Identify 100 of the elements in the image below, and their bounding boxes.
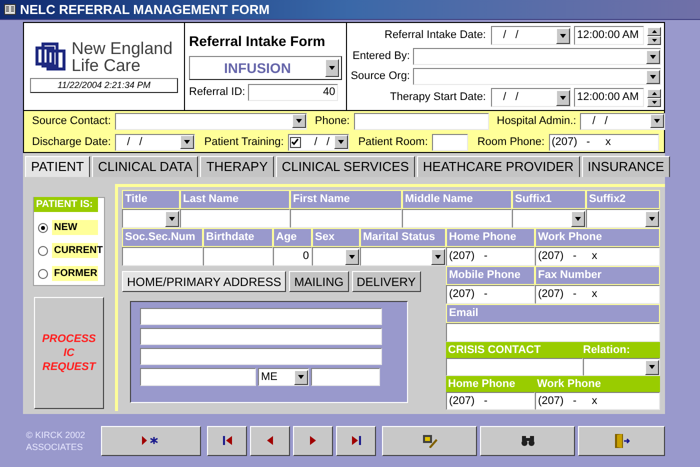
address-field[interactable] (140, 308, 382, 325)
dropdown-button[interactable] (645, 210, 659, 226)
dropdown-button[interactable] (345, 248, 359, 264)
dropdown-button[interactable] (431, 248, 445, 264)
dropdown-button[interactable] (556, 90, 570, 106)
text-field[interactable] (354, 112, 489, 130)
phone-field[interactable]: (207) - x (535, 392, 660, 410)
radio-button[interactable] (38, 246, 48, 256)
exit-button[interactable] (578, 426, 665, 456)
previous-record-icon (267, 436, 273, 445)
field-label: Phone: (314, 114, 350, 129)
radio-button[interactable] (38, 268, 48, 278)
dropdown-button[interactable] (292, 114, 306, 128)
phone-field[interactable]: (207) - (446, 392, 535, 410)
address-field[interactable] (140, 348, 382, 365)
relation-dropdown[interactable] (583, 358, 660, 376)
dropdown-button[interactable] (334, 135, 348, 149)
field-label: Hospital Admin.: (496, 114, 576, 129)
dropdown-button[interactable] (646, 50, 660, 64)
name-field[interactable] (402, 209, 512, 228)
detail-field[interactable] (203, 247, 273, 266)
dropdown-button[interactable] (571, 210, 585, 226)
group-title: PATIENT IS: (34, 197, 98, 212)
address-field[interactable] (140, 328, 382, 345)
email-field[interactable] (446, 323, 660, 342)
tab[interactable]: CLINICAL SERVICES (276, 156, 415, 177)
address-tab[interactable]: MAILING (289, 271, 349, 292)
dropdown-button[interactable] (165, 210, 179, 226)
lookup-dropdown[interactable] (413, 48, 661, 65)
edit-icon (422, 434, 438, 448)
caret-icon (329, 66, 335, 70)
phone-field[interactable]: (207) - x (535, 285, 660, 304)
navigation-button[interactable] (293, 426, 333, 456)
caret-icon (296, 119, 302, 123)
next-record-icon (310, 436, 316, 445)
date-dropdown[interactable]: / / (580, 112, 666, 130)
radio-button[interactable] (38, 222, 48, 232)
edit-button[interactable] (382, 426, 477, 456)
tab[interactable]: THERAPY (200, 156, 274, 177)
company-name: New England (71, 40, 173, 57)
date-dropdown[interactable]: / / (114, 134, 195, 150)
field-label: Source Org: (350, 69, 410, 84)
spin-buttons[interactable] (647, 26, 661, 44)
date-dropdown[interactable]: / / (491, 26, 571, 45)
dropdown-button[interactable] (646, 70, 660, 84)
name-field[interactable] (290, 209, 402, 228)
dropdown-button[interactable] (645, 360, 659, 374)
field-label: Source Contact: (32, 114, 111, 129)
field-label: Entered By: (352, 49, 410, 64)
zip-field[interactable] (311, 368, 380, 386)
tab[interactable]: PATIENT (25, 156, 90, 177)
tab[interactable]: INSURANCE (582, 156, 670, 177)
tab[interactable]: HEATHCARE PROVIDER (416, 156, 580, 177)
spin-buttons[interactable] (647, 88, 661, 106)
detail-field[interactable] (122, 247, 203, 266)
text-field[interactable]: (207) - x (548, 134, 659, 150)
column-header: Marital Status (360, 228, 446, 247)
dropdown-button[interactable] (325, 59, 339, 77)
column-header: Home Phone (446, 228, 535, 247)
detail-dropdown[interactable] (312, 247, 360, 266)
field-label: Referral Intake Date: (384, 28, 486, 44)
time-field[interactable]: 12:00:00 AM (574, 26, 644, 45)
time-field[interactable]: 12:00:00 AM (574, 88, 644, 107)
navigation-button[interactable] (336, 426, 376, 456)
find-button[interactable] (480, 426, 575, 456)
dropdown-button[interactable] (650, 114, 664, 128)
lookup-dropdown[interactable] (413, 68, 661, 85)
name-dropdown[interactable] (122, 209, 180, 228)
tab[interactable]: CLINICAL DATA (92, 156, 198, 177)
dropdown-button[interactable] (294, 370, 308, 384)
date-dropdown[interactable]: / / (288, 134, 349, 150)
navigation-button[interactable] (207, 426, 247, 456)
phone-field[interactable]: (207) - (446, 285, 535, 304)
text-field[interactable] (432, 134, 468, 150)
contact-dropdown[interactable] (114, 112, 307, 130)
referral-id-field[interactable]: 40 (248, 84, 338, 101)
address-tab[interactable]: HOME/PRIMARY ADDRESS (122, 271, 286, 292)
column-header: Middle Name (402, 190, 512, 209)
crisis-contact-field[interactable] (446, 358, 583, 376)
date-dropdown[interactable]: / / (491, 88, 571, 107)
name-dropdown[interactable] (512, 209, 586, 228)
name-dropdown[interactable] (586, 209, 660, 228)
detail-field[interactable]: (207) - (446, 247, 535, 266)
navigation-button[interactable] (101, 426, 201, 456)
field-label: Referral ID: (189, 85, 246, 100)
last-record-icon (352, 436, 360, 445)
navigation-button[interactable] (250, 426, 290, 456)
city-field[interactable] (140, 368, 256, 386)
dropdown-button[interactable] (180, 135, 194, 149)
detail-dropdown[interactable] (360, 247, 446, 266)
address-tab[interactable]: DELIVERY (352, 271, 421, 292)
detail-field[interactable]: 0 (273, 247, 312, 266)
checkbox[interactable] (290, 136, 301, 148)
detail-field[interactable]: (207) - x (535, 247, 660, 266)
name-field[interactable] (180, 209, 290, 228)
caret-icon (649, 216, 655, 220)
column-header: Relation: (583, 342, 630, 358)
state-dropdown[interactable]: ME (258, 368, 309, 386)
therapy-dropdown[interactable]: INFUSION (189, 56, 342, 80)
dropdown-button[interactable] (556, 28, 570, 44)
